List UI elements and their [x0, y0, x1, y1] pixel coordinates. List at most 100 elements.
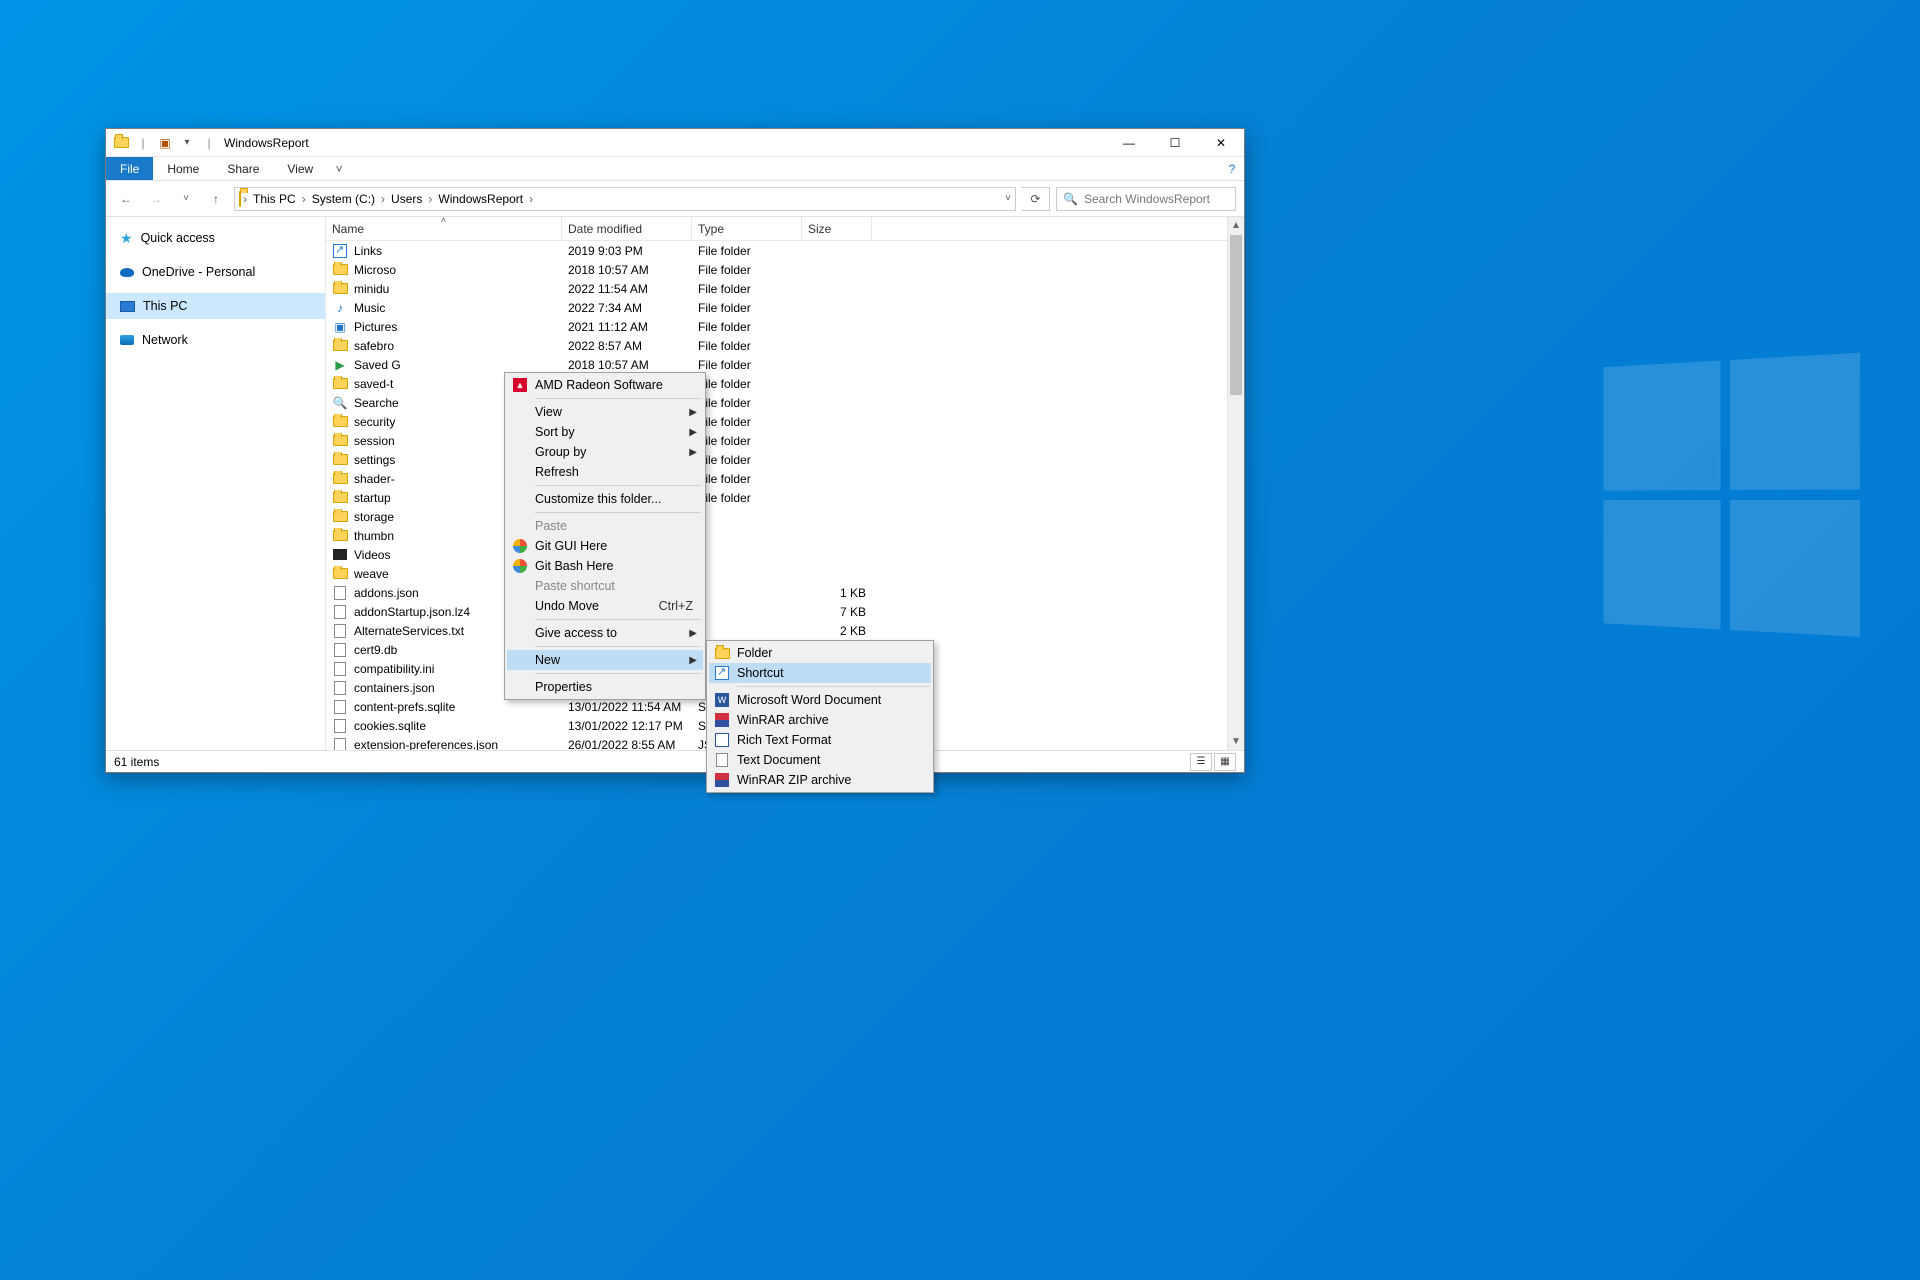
- search-icon: 🔍: [332, 395, 348, 411]
- sidebar-item-network[interactable]: Network: [106, 327, 325, 353]
- nav-history-dropdown[interactable]: ˅: [174, 187, 198, 211]
- table-row[interactable]: AlternateServices.txt26/012 KB: [326, 621, 1244, 640]
- qat-divider: |: [134, 134, 152, 152]
- menu-item[interactable]: ▲AMD Radeon Software: [507, 375, 703, 395]
- scroll-thumb[interactable]: [1230, 235, 1242, 395]
- ribbon-tab-share[interactable]: Share: [213, 157, 273, 180]
- menu-item[interactable]: New▶: [507, 650, 703, 670]
- view-details-button[interactable]: ☰: [1190, 753, 1212, 771]
- menu-item[interactable]: Git Bash Here: [507, 556, 703, 576]
- crumb-windowsreport[interactable]: WindowsReport: [434, 192, 527, 206]
- col-type[interactable]: Type: [692, 217, 802, 240]
- table-row[interactable]: settings2022 11:54 AMFile folder: [326, 450, 1244, 469]
- table-row[interactable]: shader-2022 8:55 AMFile folder: [326, 469, 1244, 488]
- ribbon-tab-home[interactable]: Home: [153, 157, 213, 180]
- col-name[interactable]: Name˄: [326, 217, 562, 240]
- txt-icon: [713, 751, 731, 769]
- menu-item[interactable]: Shortcut: [709, 663, 931, 683]
- table-row[interactable]: addonStartup.json.lz413/017 KB: [326, 602, 1244, 621]
- menu-item-label: View: [535, 405, 562, 419]
- addr-dropdown-icon[interactable]: ˅: [1005, 193, 1011, 204]
- menu-item[interactable]: Customize this folder...: [507, 489, 703, 509]
- file-name: addonStartup.json.lz4: [354, 605, 470, 619]
- table-row[interactable]: addons.json13/011 KB: [326, 583, 1244, 602]
- menu-item[interactable]: Sort by▶: [507, 422, 703, 442]
- menu-item[interactable]: WinRAR archive: [709, 710, 931, 730]
- file-name: shader-: [354, 472, 395, 486]
- crumb-system-c[interactable]: System (C:): [308, 192, 379, 206]
- ribbon-tab-view[interactable]: View: [273, 157, 327, 180]
- file-type: File folder: [692, 301, 802, 315]
- col-date[interactable]: Date modified: [562, 217, 692, 240]
- window-title: WindowsReport: [224, 136, 309, 150]
- scrollbar[interactable]: ▲ ▼: [1227, 217, 1244, 750]
- nav-forward-button[interactable]: →: [144, 187, 168, 211]
- menu-item[interactable]: WMicrosoft Word Document: [709, 690, 931, 710]
- col-size[interactable]: Size: [802, 217, 872, 240]
- rtf-icon: [713, 731, 731, 749]
- table-row[interactable]: saved-t2022 8:57 AMFile folder: [326, 374, 1244, 393]
- menu-item[interactable]: WinRAR ZIP archive: [709, 770, 931, 790]
- rar-icon: [713, 711, 731, 729]
- git-icon: [511, 557, 529, 575]
- table-row[interactable]: 🔍Searche2021 11:11 AMFile folder: [326, 393, 1244, 412]
- table-row[interactable]: startup2022 8:57 AMFile folder: [326, 488, 1244, 507]
- qat-properties-icon[interactable]: ▣: [156, 134, 174, 152]
- menu-item[interactable]: Rich Text Format: [709, 730, 931, 750]
- refresh-button[interactable]: ⟳: [1022, 187, 1050, 211]
- table-row[interactable]: security2022 11:54 AMFile folder: [326, 412, 1244, 431]
- menu-item[interactable]: Refresh: [507, 462, 703, 482]
- table-row[interactable]: ▶Saved G2018 10:57 AMFile folder: [326, 355, 1244, 374]
- menu-item[interactable]: Undo MoveCtrl+Z: [507, 596, 703, 616]
- nav-up-button[interactable]: ↑: [204, 187, 228, 211]
- address-bar[interactable]: › This PC› System (C:)› Users› WindowsRe…: [234, 187, 1016, 211]
- file-name: Saved G: [354, 358, 401, 372]
- file-type: File folder: [692, 282, 802, 296]
- table-row[interactable]: thumbn: [326, 526, 1244, 545]
- table-row[interactable]: minidu2022 11:54 AMFile folder: [326, 279, 1244, 298]
- table-row[interactable]: Videos: [326, 545, 1244, 564]
- menu-item[interactable]: Properties: [507, 677, 703, 697]
- ribbon-expand-icon[interactable]: ˅: [327, 157, 351, 180]
- menu-item-label: Undo Move: [535, 599, 599, 613]
- search-box[interactable]: 🔍 Search WindowsReport: [1056, 187, 1236, 211]
- qat-dropdown-icon[interactable]: ▾: [178, 134, 196, 152]
- menu-item[interactable]: Text Document: [709, 750, 931, 770]
- file-type: File folder: [692, 339, 802, 353]
- file-type: File folder: [692, 434, 802, 448]
- menu-item[interactable]: Git GUI Here: [507, 536, 703, 556]
- crumb-users[interactable]: Users: [387, 192, 426, 206]
- table-row[interactable]: safebro2022 8:57 AMFile folder: [326, 336, 1244, 355]
- sidebar-label: OneDrive - Personal: [142, 265, 255, 279]
- maximize-button[interactable]: ☐: [1152, 129, 1198, 157]
- table-row[interactable]: ♪Music2022 7:34 AMFile folder: [326, 298, 1244, 317]
- table-row[interactable]: weave26/01: [326, 564, 1244, 583]
- file-name: minidu: [354, 282, 389, 296]
- sidebar-item-this-pc[interactable]: This PC: [106, 293, 325, 319]
- table-row[interactable]: Microso2018 10:57 AMFile folder: [326, 260, 1244, 279]
- nav-back-button[interactable]: ←: [114, 187, 138, 211]
- help-icon[interactable]: ?: [1220, 157, 1244, 180]
- menu-item[interactable]: Group by▶: [507, 442, 703, 462]
- status-bar: 61 items ☰ ▦: [106, 750, 1244, 772]
- scroll-up-icon[interactable]: ▲: [1228, 217, 1244, 234]
- menu-item[interactable]: Give access to▶: [507, 623, 703, 643]
- close-button[interactable]: ✕: [1198, 129, 1244, 157]
- explorer-window: | ▣ ▾ | WindowsReport — ☐ ✕ File Home Sh…: [105, 128, 1245, 773]
- menu-item[interactable]: View▶: [507, 402, 703, 422]
- ribbon-file[interactable]: File: [106, 157, 153, 180]
- file-size: 7 KB: [802, 605, 872, 619]
- menu-item-label: Git GUI Here: [535, 539, 607, 553]
- table-row[interactable]: storage: [326, 507, 1244, 526]
- table-row[interactable]: ▣Pictures2021 11:12 AMFile folder: [326, 317, 1244, 336]
- table-row[interactable]: session2022 8:57 AMFile folder: [326, 431, 1244, 450]
- sidebar-item-onedrive[interactable]: OneDrive - Personal: [106, 259, 325, 285]
- view-large-button[interactable]: ▦: [1214, 753, 1236, 771]
- menu-item-label: Folder: [737, 646, 772, 660]
- scroll-down-icon[interactable]: ▼: [1228, 733, 1244, 750]
- menu-item[interactable]: Folder: [709, 643, 931, 663]
- minimize-button[interactable]: —: [1106, 129, 1152, 157]
- sidebar-item-quick-access[interactable]: ★ Quick access: [106, 225, 325, 251]
- crumb-this-pc[interactable]: This PC: [249, 192, 300, 206]
- table-row[interactable]: Links2019 9:03 PMFile folder: [326, 241, 1244, 260]
